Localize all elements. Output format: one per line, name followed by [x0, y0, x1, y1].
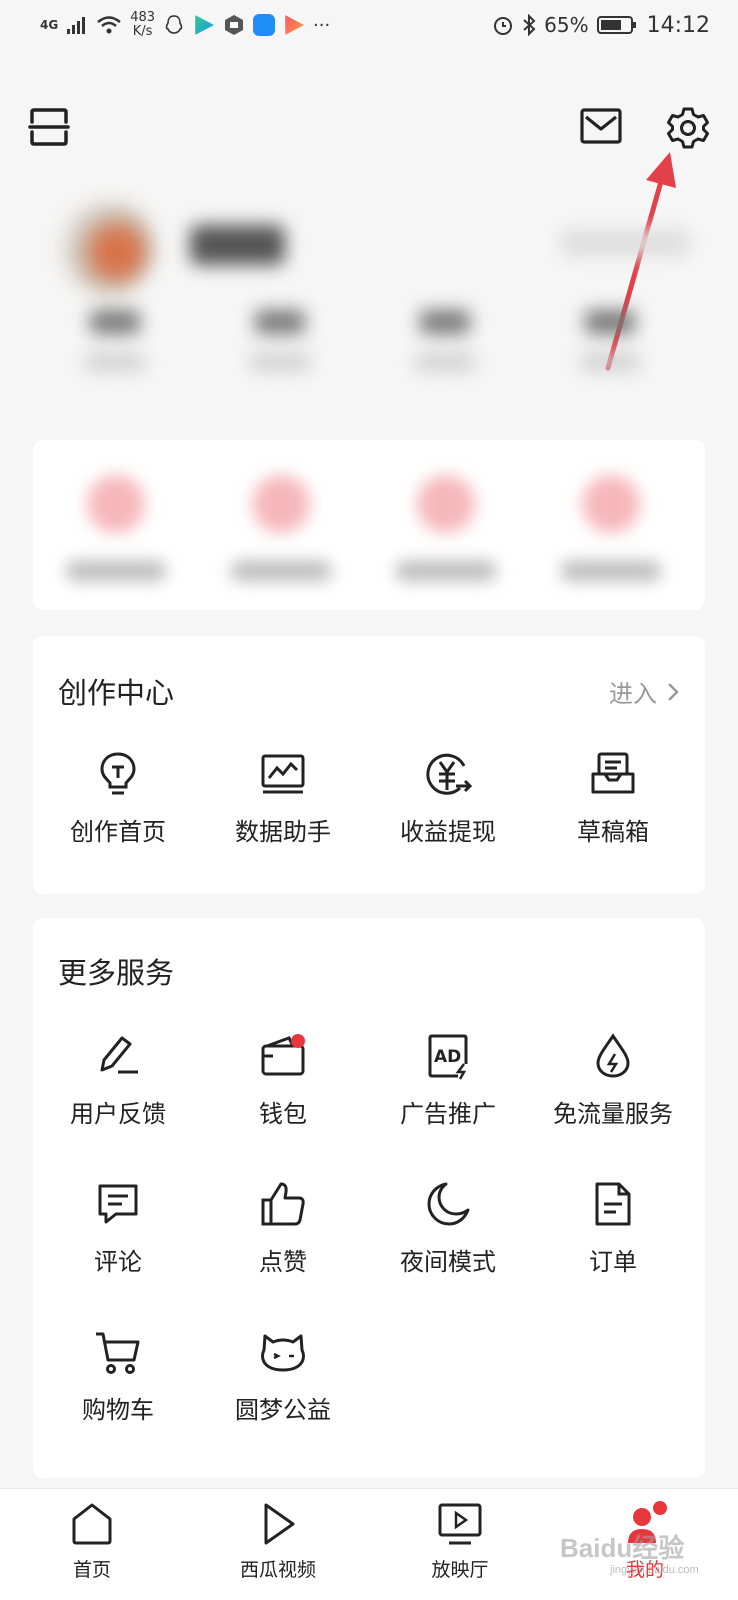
gear-icon[interactable] [666, 106, 710, 150]
tv-icon [438, 1503, 482, 1545]
play-icon [264, 1503, 295, 1545]
drop-icon [596, 1033, 630, 1078]
ad-icon: AD [428, 1034, 468, 1080]
chevron-right-icon [668, 682, 679, 701]
nav-tab-cinema[interactable]: 放映厅 [400, 1501, 520, 1582]
creation-home-item[interactable]: 创作首页 [33, 750, 203, 847]
network-speed: 483 K/s [130, 10, 156, 39]
status-bar: 4G 483 K/s ··· 65% 14:12 [0, 0, 738, 50]
moon-icon [427, 1182, 470, 1226]
more-services-card: 更多服务 用户反馈 钱包 AD 广告推广 免流量服务 评论 点赞 夜间模式 订单… [33, 918, 705, 1478]
bluetooth-icon [523, 14, 536, 36]
scan-icon[interactable] [28, 106, 70, 148]
order-icon [595, 1182, 631, 1226]
thumbs-up-icon [261, 1182, 305, 1226]
avatar[interactable] [60, 200, 155, 295]
comments-item[interactable]: 评论 [33, 1180, 203, 1277]
profile-homepage-link[interactable] [560, 230, 690, 256]
clock-time: 14:12 [646, 12, 710, 38]
stat-item[interactable] [580, 310, 640, 380]
enter-link[interactable]: 进入 [609, 674, 679, 709]
user-feedback-item[interactable]: 用户反馈 [33, 1032, 203, 1129]
nav-tab-home[interactable]: 首页 [32, 1501, 152, 1582]
section-title: 创作中心 [58, 676, 175, 710]
draft-box-icon [591, 752, 635, 794]
shield-app-icon [225, 15, 244, 35]
stat-item[interactable] [415, 310, 475, 380]
alarm-icon [494, 17, 513, 35]
charity-icon [261, 1334, 305, 1372]
quick-action[interactable] [396, 475, 496, 585]
svg-text:AD: AD [434, 1047, 461, 1067]
home-icon [72, 1503, 112, 1545]
cart-icon [96, 1332, 140, 1374]
pen-icon [100, 1036, 138, 1074]
wifi-icon [97, 16, 121, 34]
creation-center-card: 创作中心 进入 创作首页 数据助手 收益提现 草稿箱 [33, 636, 705, 894]
quick-actions-card [33, 440, 705, 610]
lightbulb-icon [100, 752, 136, 795]
data-free-service-item[interactable]: 免流量服务 [528, 1032, 698, 1129]
quick-action[interactable] [561, 475, 661, 585]
stat-item[interactable] [250, 310, 310, 380]
quick-action[interactable] [231, 475, 331, 585]
ad-promotion-item[interactable]: AD 广告推广 [363, 1032, 533, 1129]
username [190, 225, 285, 265]
chart-monitor-icon [261, 754, 305, 794]
quick-action[interactable] [66, 475, 166, 585]
cloud-app-icon [253, 14, 276, 36]
earnings-withdraw-item[interactable]: 收益提现 [363, 750, 533, 847]
network-type: 4G [40, 18, 59, 32]
wallet-icon [261, 1034, 305, 1076]
orders-item[interactable]: 订单 [528, 1180, 698, 1277]
wallet-item[interactable]: 钱包 [198, 1032, 368, 1129]
profile-summary [30, 180, 710, 420]
section-title: 更多服务 [58, 956, 175, 990]
comment-icon [98, 1184, 138, 1224]
stat-item[interactable] [85, 310, 145, 380]
more-notifications: ··· [313, 14, 331, 36]
shopping-cart-item[interactable]: 购物车 [33, 1328, 203, 1425]
nav-tab-xigua-video[interactable]: 西瓜视频 [218, 1501, 338, 1582]
data-assistant-item[interactable]: 数据助手 [198, 750, 368, 847]
red-play-app-icon [285, 15, 304, 35]
night-mode-item[interactable]: 夜间模式 [363, 1180, 533, 1277]
qq-icon [165, 15, 183, 34]
signal-icon [67, 17, 86, 34]
yuan-icon [426, 753, 472, 795]
likes-item[interactable]: 点赞 [198, 1180, 368, 1277]
drafts-item[interactable]: 草稿箱 [528, 750, 698, 847]
video-app-icon [195, 15, 214, 35]
battery-percent: 65% [544, 13, 589, 37]
charity-item[interactable]: 圆梦公益 [198, 1328, 368, 1425]
baidu-watermark-url: jingyan.baidu.com [610, 1564, 699, 1576]
baidu-watermark: Baidu经验 [560, 1533, 685, 1563]
battery-icon [596, 16, 636, 34]
mail-icon[interactable] [580, 108, 622, 144]
